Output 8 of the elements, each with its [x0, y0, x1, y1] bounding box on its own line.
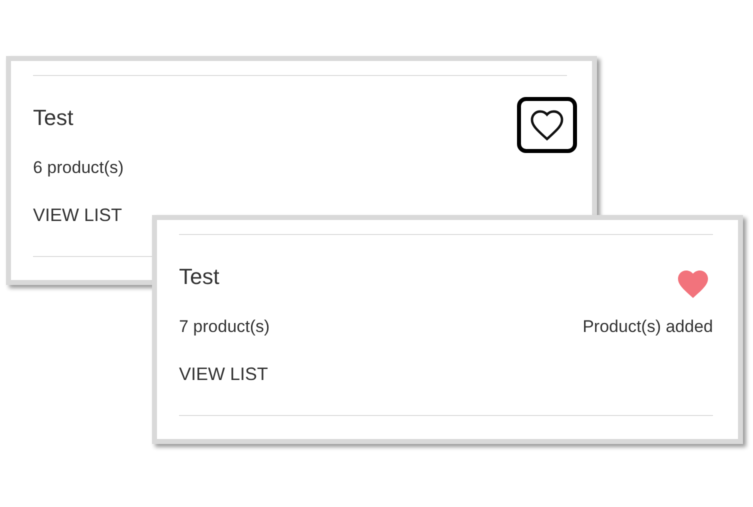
- view-list-link[interactable]: VIEW LIST: [33, 203, 122, 227]
- view-list-link[interactable]: VIEW LIST: [179, 362, 268, 386]
- product-count: 7 product(s): [179, 316, 270, 338]
- list-title: Test: [33, 104, 74, 132]
- status-message: Product(s) added: [582, 316, 713, 338]
- favorite-button[interactable]: [517, 97, 577, 153]
- product-count: 6 product(s): [33, 157, 124, 179]
- list-title: Test: [179, 263, 220, 291]
